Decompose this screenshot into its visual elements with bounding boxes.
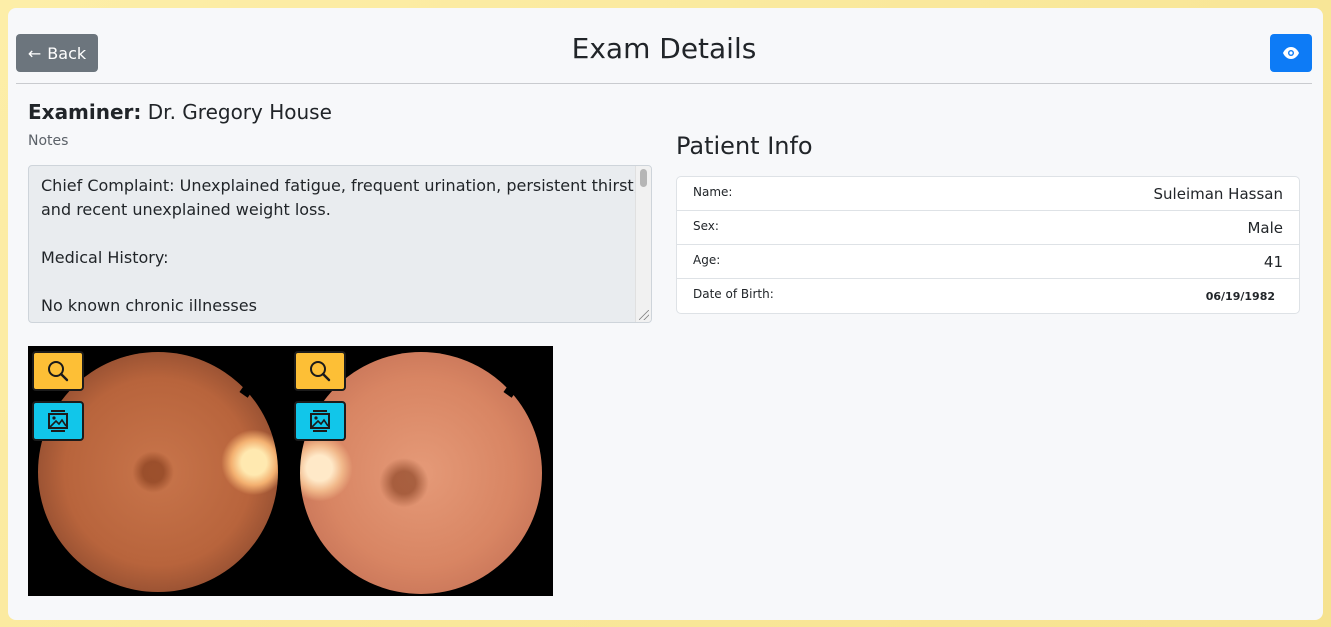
resize-handle[interactable]	[639, 310, 649, 320]
search-icon	[48, 361, 69, 382]
image-gallery-icon	[310, 410, 330, 432]
info-label: Age:	[693, 252, 721, 267]
exam-details-card: ← Back Exam Details Examiner: Dr. Gregor…	[8, 8, 1323, 620]
info-label: Sex:	[693, 218, 719, 233]
zoom-button[interactable]	[32, 351, 84, 391]
scroll-thumb[interactable]	[640, 169, 647, 187]
info-label: Name:	[693, 184, 733, 199]
info-value: 06/19/1982	[1205, 289, 1275, 303]
examiner-line: Examiner: Dr. Gregory House	[28, 100, 332, 124]
zoom-button[interactable]	[294, 351, 346, 391]
gallery-button[interactable]	[32, 401, 84, 441]
examiner-label: Examiner:	[28, 100, 142, 124]
info-row-age: Age: 41	[677, 245, 1299, 279]
notes-text: Chief Complaint: Unexplained fatigue, fr…	[41, 176, 639, 315]
examiner-name: Dr. Gregory House	[147, 100, 332, 124]
notes-label: Notes	[28, 133, 69, 149]
header: ← Back Exam Details	[16, 8, 1312, 84]
patient-info-table: Name: Suleiman Hassan Sex: Male Age: 41 …	[676, 176, 1300, 314]
info-value: 41	[1263, 252, 1283, 271]
image-gallery-icon	[48, 410, 68, 432]
search-icon	[310, 361, 331, 382]
info-row-name: Name: Suleiman Hassan	[677, 177, 1299, 211]
info-row-sex: Sex: Male	[677, 211, 1299, 245]
fundus-images	[28, 346, 553, 596]
info-value: Suleiman Hassan	[1153, 184, 1283, 203]
notes-textarea[interactable]: Chief Complaint: Unexplained fatigue, fr…	[28, 165, 652, 323]
gallery-button[interactable]	[294, 401, 346, 441]
eye-icon	[1283, 47, 1299, 59]
notes-scrollbar[interactable]	[635, 166, 651, 322]
info-row-dob: Date of Birth: 06/19/1982	[677, 279, 1299, 313]
view-button[interactable]	[1270, 34, 1312, 72]
info-label: Date of Birth:	[693, 287, 774, 301]
patient-info-title: Patient Info	[676, 132, 813, 160]
page-title: Exam Details	[571, 32, 757, 65]
info-value: Male	[1247, 218, 1283, 237]
